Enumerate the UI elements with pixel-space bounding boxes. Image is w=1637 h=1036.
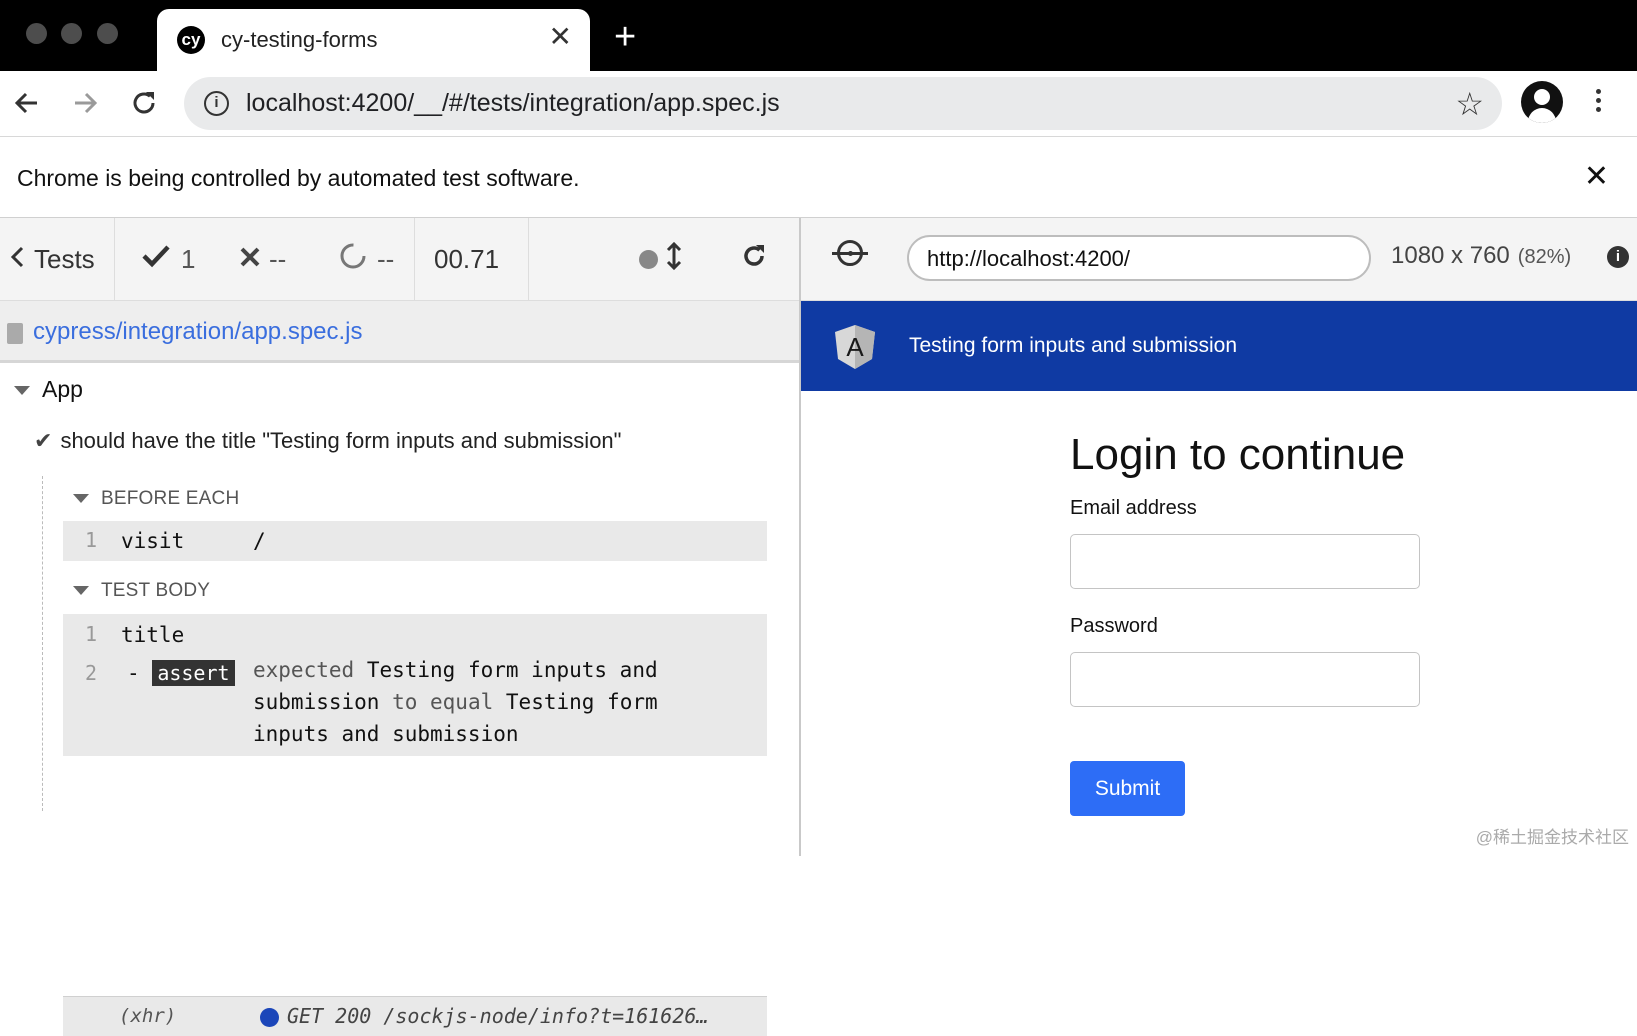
- cypress-favicon-icon: cy: [177, 26, 205, 54]
- tab-close-icon[interactable]: ✕: [549, 23, 572, 51]
- spec-file-link[interactable]: cypress/integration/app.spec.js: [33, 318, 363, 346]
- back-icon[interactable]: [9, 85, 45, 121]
- x-icon: [239, 244, 261, 275]
- selector-playground-icon[interactable]: [837, 240, 863, 266]
- more-menu-icon[interactable]: [1588, 85, 1608, 121]
- test-title[interactable]: ✔should have the title "Testing form inp…: [34, 428, 621, 454]
- command-row[interactable]: 1 visit /: [63, 521, 767, 561]
- svg-text:A: A: [846, 332, 864, 362]
- assert-message: expected Testing form inputs and submiss…: [253, 654, 693, 750]
- pending-circle-icon: [339, 242, 367, 277]
- app-title: Testing form inputs and submission: [909, 334, 1237, 358]
- scroll-toggle[interactable]: [639, 218, 682, 301]
- infobar-close-icon[interactable]: ✕: [1584, 159, 1609, 194]
- email-field[interactable]: [1070, 534, 1420, 589]
- command-row[interactable]: 1 title: [63, 614, 767, 654]
- duration: 00.71: [434, 218, 499, 301]
- login-heading: Login to continue: [1070, 430, 1405, 480]
- minimize-window-button[interactable]: [61, 23, 82, 44]
- cypress-reporter: Tests 1 -- -- 00.71: [0, 218, 801, 856]
- hook-test-body[interactable]: TEST BODY: [73, 580, 210, 602]
- resize-vertical-icon: [666, 241, 682, 278]
- test-commands: BEFORE EACH 1 visit / TEST BODY 1 title …: [42, 476, 766, 811]
- reload-icon[interactable]: [126, 85, 162, 121]
- file-icon: [7, 323, 23, 344]
- reporter-header: Tests 1 -- -- 00.71: [0, 218, 799, 301]
- submit-button[interactable]: Submit: [1070, 761, 1185, 816]
- browser-tab[interactable]: cy cy-testing-forms ✕: [157, 9, 590, 71]
- bookmark-star-icon[interactable]: ☆: [1455, 85, 1484, 123]
- angular-logo-icon: A: [833, 323, 877, 371]
- aut-url-field[interactable]: http://localhost:4200/: [907, 235, 1371, 281]
- new-tab-button[interactable]: +: [614, 18, 636, 56]
- password-label: Password: [1070, 615, 1158, 638]
- maximize-window-button[interactable]: [97, 23, 118, 44]
- automation-infobar: Chrome is being controlled by automated …: [0, 137, 1637, 218]
- passed-check-icon: ✔: [34, 428, 52, 453]
- address-url[interactable]: localhost:4200/__/#/tests/integration/ap…: [246, 89, 780, 118]
- app-under-test: A Testing form inputs and submission Log…: [801, 301, 1637, 856]
- auto-scroll-dot-icon: [639, 250, 658, 269]
- infobar-message: Chrome is being controlled by automated …: [17, 165, 580, 192]
- close-window-button[interactable]: [26, 23, 47, 44]
- app-navbar: A Testing form inputs and submission: [801, 301, 1637, 391]
- site-info-icon[interactable]: i: [204, 91, 229, 116]
- pending-count: --: [339, 218, 394, 301]
- hook-before-each[interactable]: BEFORE EACH: [73, 488, 239, 510]
- assert-badge: assert: [152, 660, 234, 686]
- rerun-icon: [740, 242, 768, 277]
- watermark: @稀土掘金技术社区: [1476, 823, 1629, 848]
- collapse-triangle-icon: [73, 494, 89, 503]
- chevron-left-icon: [10, 244, 24, 275]
- forward-icon[interactable]: [67, 85, 103, 121]
- profile-icon[interactable]: [1521, 81, 1563, 123]
- tests-label: Tests: [34, 244, 95, 275]
- command-list: 1 title 2 - assert expected Testing form…: [63, 614, 767, 756]
- collapse-triangle-icon: [14, 386, 30, 395]
- rerun-button[interactable]: [740, 218, 768, 301]
- password-field[interactable]: [1070, 652, 1420, 707]
- suite-title[interactable]: App: [14, 376, 83, 403]
- failed-count: --: [239, 218, 286, 301]
- check-icon: [141, 244, 171, 275]
- tab-title: cy-testing-forms: [221, 27, 377, 53]
- xhr-command-row[interactable]: (xhr) GET 200 /sockjs-node/info?t=161626…: [63, 996, 767, 1036]
- command-row[interactable]: 2 - assert expected Testing form inputs …: [63, 654, 767, 756]
- tests-back-button[interactable]: Tests: [10, 218, 95, 301]
- aut-header: http://localhost:4200/ 1080 x 760(82%) i: [801, 218, 1637, 301]
- collapse-triangle-icon: [73, 586, 89, 595]
- viewport-size: 1080 x 760(82%): [1391, 242, 1571, 270]
- browser-titlebar: cy cy-testing-forms ✕ +: [0, 0, 1637, 71]
- email-label: Email address: [1070, 497, 1197, 520]
- request-indicator-icon: [260, 1008, 279, 1027]
- address-bar[interactable]: i localhost:4200/__/#/tests/integration/…: [184, 77, 1502, 130]
- browser-toolbar: i localhost:4200/__/#/tests/integration/…: [0, 71, 1637, 137]
- passed-count: 1: [141, 218, 195, 301]
- viewport-info-icon[interactable]: i: [1607, 246, 1629, 268]
- spec-file-bar: cypress/integration/app.spec.js: [0, 301, 799, 363]
